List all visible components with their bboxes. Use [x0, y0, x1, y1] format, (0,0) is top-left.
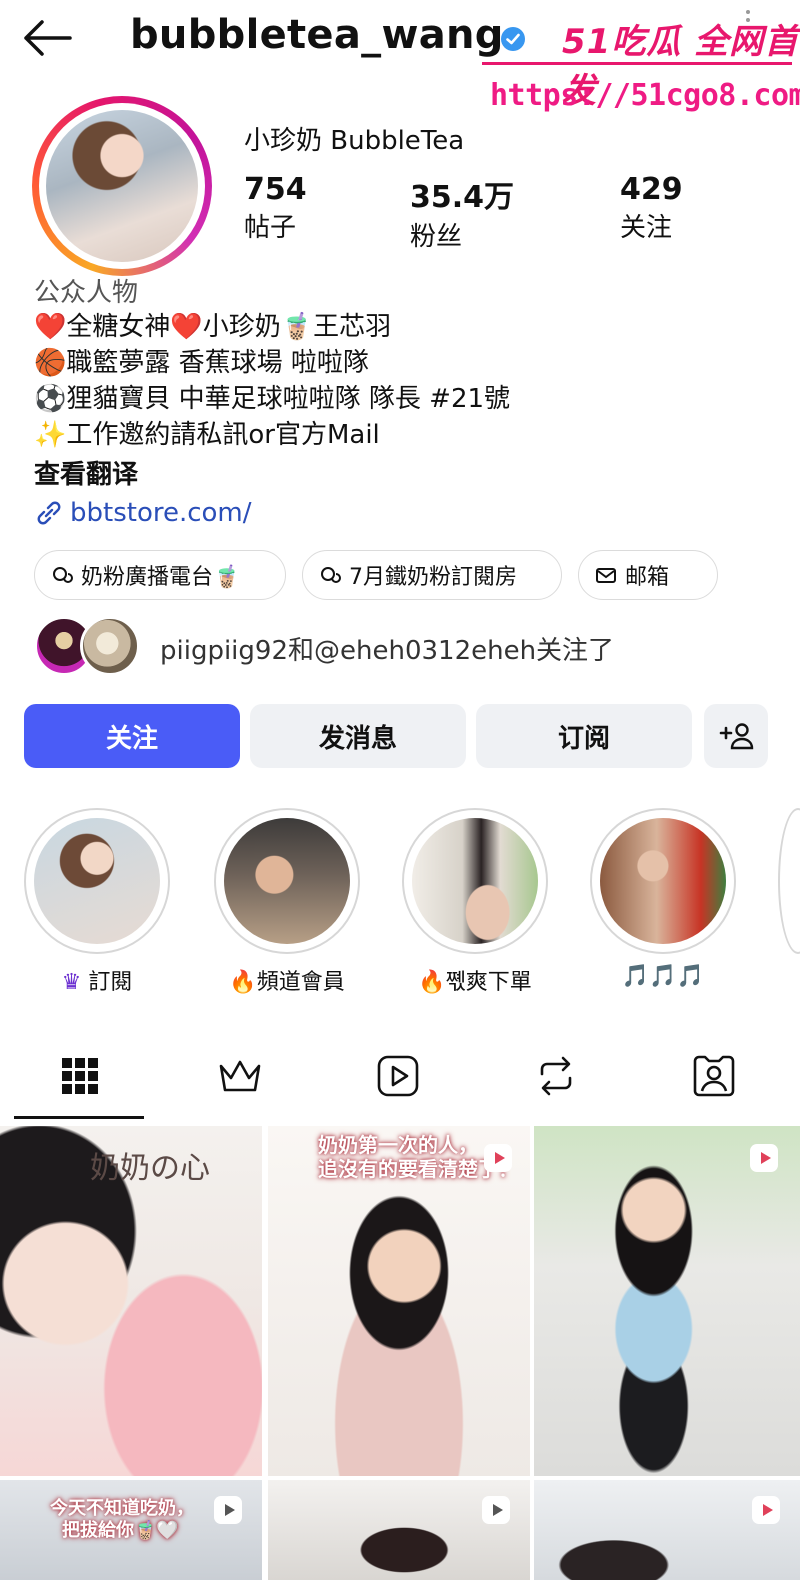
highlight-label: ♛ 訂閱	[24, 964, 170, 996]
menu-icon[interactable]	[736, 8, 760, 32]
reel-badge-icon	[750, 1144, 778, 1172]
active-tab-indicator	[14, 1116, 144, 1119]
crown-icon	[219, 1060, 261, 1092]
grid-post[interactable]	[268, 1480, 530, 1580]
highlight-label: 🔥쪣爽下單	[418, 970, 532, 995]
see-translation-link[interactable]: 查看翻译	[34, 454, 138, 491]
highlight-cover	[412, 818, 538, 944]
add-person-icon	[719, 723, 754, 750]
channel-pill-subscription[interactable]: 7月鐵奶粉訂閱房	[302, 550, 562, 600]
highlight-label: 🔥頻道會員	[229, 970, 345, 995]
highlight-cover	[224, 818, 350, 944]
stat-posts-label: 帖子	[244, 213, 297, 243]
grid-post[interactable]	[534, 1126, 800, 1476]
mutual-followers-avatars[interactable]	[34, 616, 144, 678]
reel-badge-icon	[214, 1496, 242, 1524]
message-button[interactable]: 发消息	[250, 704, 466, 768]
profile-avatar-story-ring[interactable]	[32, 96, 212, 276]
channel-icon	[53, 567, 73, 583]
stat-following-value: 429	[620, 172, 683, 207]
tab-tagged[interactable]	[634, 1046, 794, 1106]
stat-followers[interactable]: 35.4万 粉丝	[410, 172, 514, 253]
stat-followers-value: 35.4万	[410, 180, 515, 215]
mutual-followers-text[interactable]: piigpiig92和@eheh0312eheh关注了	[160, 630, 614, 667]
stat-following[interactable]: 429 关注	[620, 172, 683, 244]
highlight-label-text: 訂閱	[88, 970, 133, 995]
profile-website-link[interactable]: bbtstore.com/	[34, 498, 252, 528]
highlight-cover	[600, 818, 726, 944]
reel-badge-icon	[484, 1144, 512, 1172]
stat-following-label: 关注	[620, 213, 673, 243]
profile-category: 公众人物	[34, 278, 139, 308]
email-pill[interactable]: 邮箱	[578, 550, 718, 600]
stat-posts-value: 754	[244, 172, 307, 207]
profile-avatar	[46, 110, 198, 262]
post-overlay-title: 奶奶の心	[90, 1151, 210, 1186]
verified-badge-icon	[501, 27, 525, 51]
link-icon	[37, 501, 61, 525]
channel-icon	[321, 567, 341, 583]
tab-reposts[interactable]	[476, 1046, 636, 1106]
grid-post[interactable]: 奶奶の心	[0, 1126, 262, 1476]
grid-post[interactable]	[534, 1480, 800, 1580]
profile-website-text: bbtstore.com/	[70, 498, 252, 528]
bio-line: ⚽狸貓寶貝 中華足球啦啦隊 隊長 #21號	[34, 384, 511, 414]
bio-line: ✨工作邀約請私訊or官方Mail	[34, 420, 380, 450]
highlight-label: 🎵🎵🎵	[621, 964, 705, 989]
grid-post[interactable]: 今天不知道吃奶， 把拔給你🧋🤍	[0, 1480, 262, 1580]
tab-reels[interactable]	[318, 1046, 478, 1106]
stat-followers-label: 粉丝	[410, 222, 463, 252]
repost-icon	[540, 1056, 572, 1096]
tab-subscriptions[interactable]	[160, 1046, 320, 1106]
tagged-user-icon	[693, 1055, 735, 1097]
bio-line: 🏀職籃夢露 香蕉球場 啦啦隊	[34, 348, 369, 378]
stat-posts[interactable]: 754 帖子	[244, 172, 307, 244]
reel-badge-icon	[482, 1496, 510, 1524]
pill-label: 7月鐵奶粉訂閱房	[349, 565, 517, 590]
profile-username: bubbletea_wang	[130, 12, 504, 58]
post-overlay-text: 奶奶第一次的人，	[318, 1133, 478, 1157]
grid-icon	[62, 1058, 98, 1094]
bio-line: ❤️全糖女神❤️小珍奶🧋王芯羽	[34, 312, 392, 342]
watermark-underline	[482, 62, 792, 65]
tab-posts-grid[interactable]	[0, 1046, 160, 1106]
highlight-order[interactable]: 🔥쪣爽下單	[402, 808, 548, 996]
channel-pill-broadcast[interactable]: 奶粉廣播電台🧋	[34, 550, 286, 600]
grid-post[interactable]: 奶奶第一次的人， 追沒有的要看清楚了！	[268, 1126, 530, 1476]
mail-icon	[596, 568, 616, 583]
highlight-partial[interactable]	[778, 808, 800, 954]
display-name: 小珍奶 BubbleTea	[244, 126, 465, 156]
highlight-music[interactable]: 🎵🎵🎵	[590, 808, 736, 989]
reel-badge-icon	[752, 1496, 780, 1524]
highlight-channel-members[interactable]: 🔥頻道會員	[214, 808, 360, 996]
suggest-people-button[interactable]	[704, 704, 768, 768]
back-arrow-icon[interactable]	[22, 18, 74, 58]
pill-label: 邮箱	[625, 565, 670, 590]
subscribe-button[interactable]: 订阅	[476, 704, 692, 768]
reels-icon	[377, 1055, 419, 1097]
avatar	[80, 616, 140, 676]
pill-label: 奶粉廣播電台🧋	[81, 565, 241, 590]
follow-button[interactable]: 关注	[24, 704, 240, 768]
highlight-cover	[34, 818, 160, 944]
highlight-subscribe[interactable]: ♛ 訂閱	[24, 808, 170, 996]
crown-icon: ♛	[61, 970, 82, 995]
post-overlay-text: 把拔給你🧋🤍	[62, 1520, 179, 1541]
watermark-url: https://51cgo8.com	[490, 78, 800, 113]
